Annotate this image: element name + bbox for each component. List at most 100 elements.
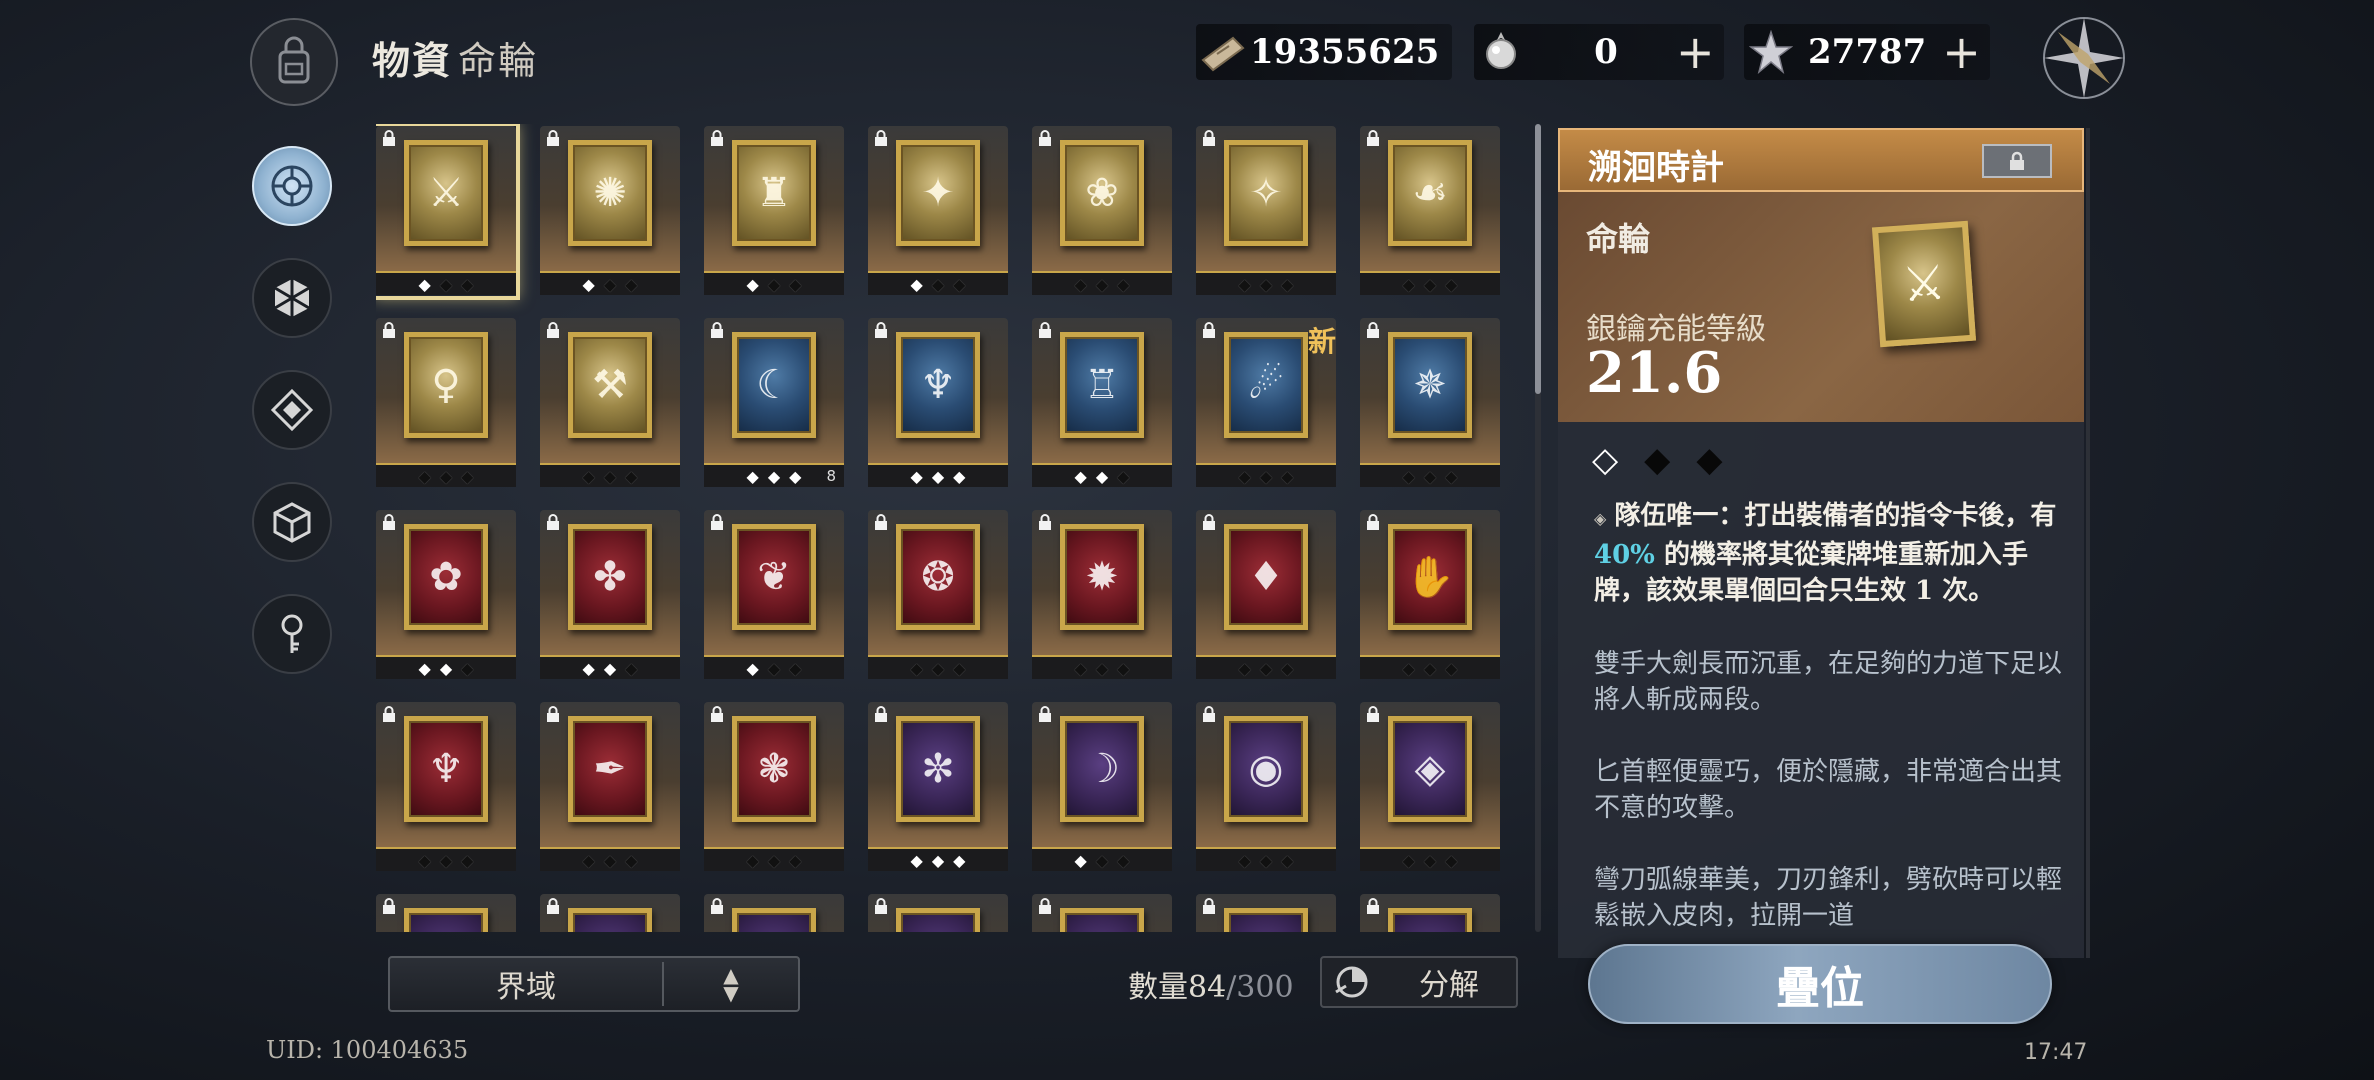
card-art: ✦ [568,908,652,932]
lock-icon [1039,706,1051,722]
card-item[interactable]: ❀ ◆ ◆ ◆ [1032,126,1172,296]
card-item[interactable]: ✦◆◆◆ [868,126,1008,296]
star-diamond-icon: ◆ [1281,274,1294,294]
hexagon-icon [274,279,310,317]
card-item[interactable]: ☽ ◆ ◆ ◆ [1032,702,1172,872]
card-motif-icon: ♀ [431,362,461,408]
star-diamond-icon: ◆ [1281,466,1294,486]
nav-wheel[interactable] [252,146,332,226]
card-item[interactable]: ✒ ◆ ◆ ◆ [540,702,680,872]
card-item[interactable]: ❃ ◆ ◆ ◆ [704,702,844,872]
lock-icon [383,514,395,530]
card-motif-icon: ♆ [428,746,464,792]
card-art: ❂ [896,524,980,630]
card-item[interactable]: ☙ ◆ ◆ ◆ [1360,126,1500,296]
lock-icon [875,130,887,146]
card-item[interactable]: ✦◆◆◆ [704,894,844,932]
card-motif-icon: ❦ [757,554,791,600]
star-diamond-icon: ◆ [767,658,781,678]
card-motif-icon: ◉ [1248,746,1284,792]
lock-icon [1039,322,1051,338]
card-motif-icon: ✹ [1085,554,1119,600]
card-item[interactable]: ❂ ◆ ◆ ◆ [868,510,1008,680]
lock-icon [547,514,559,530]
star-diamond-icon: ◆ [953,850,966,870]
star-diamond-icon: ◆ [1445,658,1458,678]
card-item[interactable]: ✤ ◆ ◆ ◆ [540,510,680,680]
realm-filter-dropdown[interactable]: 界域 ▲ ▼ [388,956,800,1012]
lock-icon [711,322,723,338]
card-art: ✧ [1224,140,1308,246]
stack-button[interactable]: 疊位 [1588,944,2052,1024]
card-star-rating: ◆ ◆ ◆ [1196,463,1336,487]
card-item[interactable]: ♖ ◆ ◆ ◆ [1032,318,1172,488]
card-star-rating: ◆ ◆ ◆ [1032,655,1172,679]
card-item[interactable]: ♦ ◆ ◆ ◆ [1196,510,1336,680]
card-item[interactable]: ❦ ◆ ◆ ◆ [704,510,844,680]
nav-key[interactable] [252,594,332,674]
lock-icon [383,706,395,722]
detail-lore[interactable]: 雙手大劍長而沉重，在足夠的力道下足以將人斬成兩段。 匕首輕便靈巧，便於隱藏，非常… [1594,646,2064,970]
orb-add-button[interactable]: + [1676,25,1715,79]
star-diamond-icon: ◆ [1445,850,1458,870]
card-motif-icon: ✧ [1249,170,1283,216]
detail-header: 溯洄時計 [1558,128,2084,192]
sort-arrows-icon[interactable]: ▲ ▼ [664,965,798,1003]
card-item[interactable]: ✦◆◆◆ [1196,894,1336,932]
currency-orb: 0 + [1474,24,1724,80]
shard-add-button[interactable]: + [1942,25,1981,79]
card-art: ✦ [1224,908,1308,932]
page-title: 物資 命輪 [372,30,538,85]
detail-hero: 命輪 銀鑰充能等級 21.6 ⚔ [1558,192,2084,422]
card-item[interactable]: ♀ ◆ ◆ ◆ [376,318,516,488]
card-item[interactable]: ✹ ◆ ◆ ◆ [1032,510,1172,680]
card-item[interactable]: ✿ ◆ ◆ ◆ [376,510,516,680]
grid-scrollbar-thumb[interactable] [1535,124,1541,394]
currency-ticket: 19355625 [1196,24,1452,80]
dismantle-button[interactable]: 分解 [1320,956,1518,1008]
card-item[interactable]: ✦◆◆◆ [376,894,516,932]
card-item[interactable]: ✺ ◆ ◆ ◆ [540,126,680,296]
star-diamond-icon: ◆ [1402,274,1415,294]
item-detail-panel: 溯洄時計 命輪 銀鑰充能等級 21.6 ⚔ ◇ ◆ ◆ ◈ 隊伍唯一：打出裝備者的指令… [1558,128,2084,958]
card-art: ❃ [732,716,816,822]
star-diamond-icon: ◆ [1238,466,1251,486]
card-art: ✒ [568,716,652,822]
card-item[interactable]: ♆ ◆ ◆ ◆ [868,318,1008,488]
compass-close-icon[interactable] [2038,12,2130,104]
card-item[interactable]: ✦◆◆◆ [540,894,680,932]
card-star-rating: ◆ ◆ ◆ 8 [704,463,844,487]
card-item[interactable]: ✵ ◆ ◆ ◆ [1360,318,1500,488]
card-item[interactable]: ✋ ◆ ◆ ◆ [1360,510,1500,680]
card-item[interactable]: ⚔ ◆ ◆ ◆ [376,124,520,300]
lock-toggle-button[interactable] [1982,144,2052,178]
lock-icon [383,322,395,338]
star-diamond-icon: ◆ [1238,658,1251,678]
card-item[interactable]: ⚒ ◆ ◆ ◆ [540,318,680,488]
lock-icon [1203,514,1215,530]
lore-paragraph: 雙手大劍長而沉重，在足夠的力道下足以將人斬成兩段。 [1594,649,2063,715]
card-item[interactable]: ♆ ◆ ◆ ◆ [376,702,516,872]
lock-icon [1039,514,1051,530]
card-item[interactable]: ◈ ◆ ◆ ◆ [1360,702,1500,872]
nav-hexagon[interactable] [252,258,332,338]
star-diamond-icon: ◆ [439,274,453,294]
lock-icon [547,706,559,722]
nav-diamond[interactable] [252,370,332,450]
card-item[interactable]: ✦◆◆◆ [868,894,1008,932]
detail-scrollbar[interactable] [2086,128,2090,958]
nav-cube[interactable] [252,482,332,562]
card-art: ⚔ [404,140,488,246]
card-item[interactable]: ✼ ◆ ◆ ◆ [868,702,1008,872]
card-item[interactable]: ♜ ◆ ◆ ◆ [704,126,844,296]
card-item[interactable]: ☾ ◆ ◆ ◆ 8 [704,318,844,488]
grid-scrollbar[interactable] [1535,124,1541,932]
card-item[interactable]: ☄ ◆ ◆ ◆ 新 [1196,318,1336,488]
card-item[interactable]: ✦◆◆◆ [1360,894,1500,932]
card-item[interactable]: ◉ ◆ ◆ ◆ [1196,702,1336,872]
card-motif-icon: ☄ [1248,362,1284,408]
detail-card-image: ⚔ [1871,220,1977,348]
card-item[interactable]: ✧ ◆ ◆ ◆ [1196,126,1336,296]
lore-paragraph: 匕首輕便靈巧，便於隱藏，非常適合出其不意的攻擊。 [1594,757,2063,823]
card-item[interactable]: ✦◆◆◆ [1032,894,1172,932]
